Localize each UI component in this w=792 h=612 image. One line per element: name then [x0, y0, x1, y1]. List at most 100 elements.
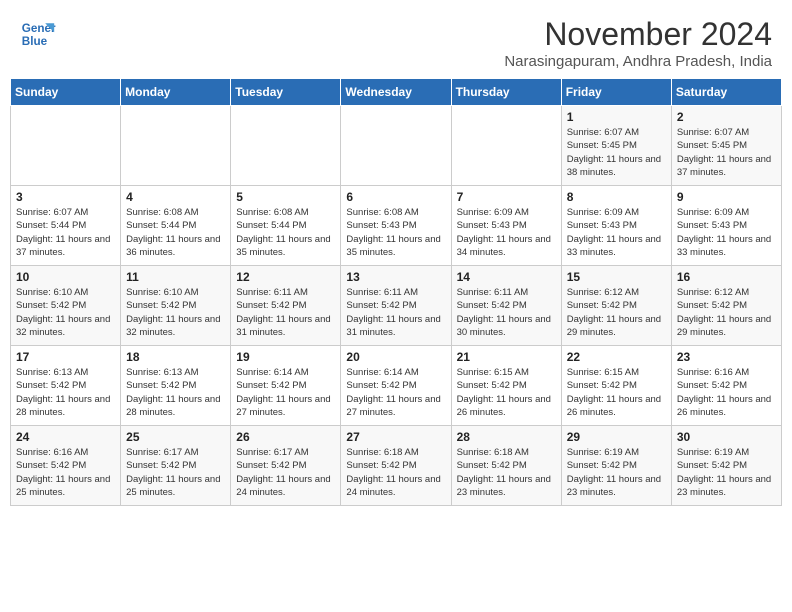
calendar-cell: 2 Sunrise: 6:07 AM Sunset: 5:45 PM Daylig…: [671, 106, 781, 186]
day-number: 27: [346, 430, 445, 444]
calendar-cell: 23 Sunrise: 6:16 AM Sunset: 5:42 PM Dayli…: [671, 346, 781, 426]
calendar-cell: 20 Sunrise: 6:14 AM Sunset: 5:42 PM Dayli…: [341, 346, 451, 426]
day-detail: Sunrise: 6:19 AM Sunset: 5:42 PM Dayligh…: [677, 446, 776, 499]
calendar-week-row: 1 Sunrise: 6:07 AM Sunset: 5:45 PM Daylig…: [11, 106, 782, 186]
calendar-cell: [341, 106, 451, 186]
calendar-week-row: 3 Sunrise: 6:07 AM Sunset: 5:44 PM Daylig…: [11, 186, 782, 266]
day-detail: Sunrise: 6:10 AM Sunset: 5:42 PM Dayligh…: [126, 286, 225, 339]
calendar-cell: 12 Sunrise: 6:11 AM Sunset: 5:42 PM Dayli…: [231, 266, 341, 346]
calendar-cell: [451, 106, 561, 186]
weekday-header-sunday: Sunday: [11, 79, 121, 106]
weekday-header-tuesday: Tuesday: [231, 79, 341, 106]
calendar-cell: 13 Sunrise: 6:11 AM Sunset: 5:42 PM Dayli…: [341, 266, 451, 346]
day-detail: Sunrise: 6:13 AM Sunset: 5:42 PM Dayligh…: [126, 366, 225, 419]
calendar-cell: [121, 106, 231, 186]
day-detail: Sunrise: 6:08 AM Sunset: 5:44 PM Dayligh…: [236, 206, 335, 259]
day-detail: Sunrise: 6:19 AM Sunset: 5:42 PM Dayligh…: [567, 446, 666, 499]
calendar-cell: 24 Sunrise: 6:16 AM Sunset: 5:42 PM Dayli…: [11, 426, 121, 506]
day-number: 20: [346, 350, 445, 364]
logo: General Blue: [20, 16, 56, 52]
calendar-body: 1 Sunrise: 6:07 AM Sunset: 5:45 PM Daylig…: [11, 106, 782, 506]
day-number: 3: [16, 190, 115, 204]
day-number: 12: [236, 270, 335, 284]
day-detail: Sunrise: 6:07 AM Sunset: 5:45 PM Dayligh…: [677, 126, 776, 179]
calendar-cell: 9 Sunrise: 6:09 AM Sunset: 5:43 PM Daylig…: [671, 186, 781, 266]
day-number: 11: [126, 270, 225, 284]
day-detail: Sunrise: 6:08 AM Sunset: 5:43 PM Dayligh…: [346, 206, 445, 259]
day-number: 16: [677, 270, 776, 284]
day-number: 29: [567, 430, 666, 444]
day-number: 23: [677, 350, 776, 364]
calendar-cell: 27 Sunrise: 6:18 AM Sunset: 5:42 PM Dayli…: [341, 426, 451, 506]
weekday-header-monday: Monday: [121, 79, 231, 106]
day-number: 14: [457, 270, 556, 284]
day-detail: Sunrise: 6:14 AM Sunset: 5:42 PM Dayligh…: [236, 366, 335, 419]
day-detail: Sunrise: 6:09 AM Sunset: 5:43 PM Dayligh…: [677, 206, 776, 259]
day-number: 1: [567, 110, 666, 124]
calendar-cell: 1 Sunrise: 6:07 AM Sunset: 5:45 PM Daylig…: [561, 106, 671, 186]
weekday-header-row: SundayMondayTuesdayWednesdayThursdayFrid…: [11, 79, 782, 106]
day-number: 25: [126, 430, 225, 444]
calendar-cell: 4 Sunrise: 6:08 AM Sunset: 5:44 PM Daylig…: [121, 186, 231, 266]
calendar-cell: 22 Sunrise: 6:15 AM Sunset: 5:42 PM Dayli…: [561, 346, 671, 426]
calendar-cell: 21 Sunrise: 6:15 AM Sunset: 5:42 PM Dayli…: [451, 346, 561, 426]
day-number: 9: [677, 190, 776, 204]
day-number: 19: [236, 350, 335, 364]
calendar-week-row: 10 Sunrise: 6:10 AM Sunset: 5:42 PM Dayli…: [11, 266, 782, 346]
day-detail: Sunrise: 6:11 AM Sunset: 5:42 PM Dayligh…: [346, 286, 445, 339]
day-number: 17: [16, 350, 115, 364]
day-number: 5: [236, 190, 335, 204]
location-title: Narasingapuram, Andhra Pradesh, India: [504, 53, 772, 70]
calendar-cell: 14Sunrise: 6:11 AM Sunset: 5:42 PM Dayli…: [451, 266, 561, 346]
calendar-cell: 17Sunrise: 6:13 AM Sunset: 5:42 PM Dayli…: [11, 346, 121, 426]
day-number: 15: [567, 270, 666, 284]
calendar-cell: 8 Sunrise: 6:09 AM Sunset: 5:43 PM Daylig…: [561, 186, 671, 266]
calendar-wrapper: SundayMondayTuesdayWednesdayThursdayFrid…: [0, 78, 792, 516]
calendar-week-row: 24 Sunrise: 6:16 AM Sunset: 5:42 PM Dayli…: [11, 426, 782, 506]
day-detail: Sunrise: 6:07 AM Sunset: 5:44 PM Dayligh…: [16, 206, 115, 259]
calendar-header: SundayMondayTuesdayWednesdayThursdayFrid…: [11, 79, 782, 106]
day-number: 13: [346, 270, 445, 284]
calendar-cell: 15Sunrise: 6:12 AM Sunset: 5:42 PM Dayli…: [561, 266, 671, 346]
day-number: 30: [677, 430, 776, 444]
calendar-cell: 18Sunrise: 6:13 AM Sunset: 5:42 PM Dayli…: [121, 346, 231, 426]
day-detail: Sunrise: 6:15 AM Sunset: 5:42 PM Dayligh…: [567, 366, 666, 419]
day-number: 28: [457, 430, 556, 444]
day-detail: Sunrise: 6:18 AM Sunset: 5:42 PM Dayligh…: [457, 446, 556, 499]
svg-text:Blue: Blue: [22, 35, 48, 48]
day-detail: Sunrise: 6:09 AM Sunset: 5:43 PM Dayligh…: [457, 206, 556, 259]
title-block: November 2024 Narasingapuram, Andhra Pra…: [504, 16, 772, 70]
weekday-header-thursday: Thursday: [451, 79, 561, 106]
day-detail: Sunrise: 6:17 AM Sunset: 5:42 PM Dayligh…: [236, 446, 335, 499]
calendar-cell: 29 Sunrise: 6:19 AM Sunset: 5:42 PM Dayli…: [561, 426, 671, 506]
day-number: 2: [677, 110, 776, 124]
day-detail: Sunrise: 6:10 AM Sunset: 5:42 PM Dayligh…: [16, 286, 115, 339]
calendar-cell: 5 Sunrise: 6:08 AM Sunset: 5:44 PM Daylig…: [231, 186, 341, 266]
day-detail: Sunrise: 6:14 AM Sunset: 5:42 PM Dayligh…: [346, 366, 445, 419]
day-detail: Sunrise: 6:09 AM Sunset: 5:43 PM Dayligh…: [567, 206, 666, 259]
day-number: 24: [16, 430, 115, 444]
calendar-cell: 19 Sunrise: 6:14 AM Sunset: 5:42 PM Dayli…: [231, 346, 341, 426]
page-header: General Blue November 2024 Narasingapura…: [0, 0, 792, 78]
calendar-cell: [11, 106, 121, 186]
calendar-cell: [231, 106, 341, 186]
day-detail: Sunrise: 6:17 AM Sunset: 5:42 PM Dayligh…: [126, 446, 225, 499]
day-detail: Sunrise: 6:15 AM Sunset: 5:42 PM Dayligh…: [457, 366, 556, 419]
day-detail: Sunrise: 6:11 AM Sunset: 5:42 PM Dayligh…: [236, 286, 335, 339]
weekday-header-friday: Friday: [561, 79, 671, 106]
day-number: 4: [126, 190, 225, 204]
day-detail: Sunrise: 6:16 AM Sunset: 5:42 PM Dayligh…: [677, 366, 776, 419]
day-number: 8: [567, 190, 666, 204]
day-detail: Sunrise: 6:08 AM Sunset: 5:44 PM Dayligh…: [126, 206, 225, 259]
day-detail: Sunrise: 6:16 AM Sunset: 5:42 PM Dayligh…: [16, 446, 115, 499]
logo-icon: General Blue: [20, 16, 56, 52]
weekday-header-saturday: Saturday: [671, 79, 781, 106]
calendar-cell: 26Sunrise: 6:17 AM Sunset: 5:42 PM Dayli…: [231, 426, 341, 506]
day-number: 21: [457, 350, 556, 364]
day-detail: Sunrise: 6:18 AM Sunset: 5:42 PM Dayligh…: [346, 446, 445, 499]
day-number: 10: [16, 270, 115, 284]
calendar-week-row: 17 Sunrise: 6:13 AM Sunset: 5:42 PM Dayli…: [11, 346, 782, 426]
calendar-table: SundayMondayTuesdayWednesdayThursdayFrid…: [10, 78, 782, 506]
day-number: 22: [567, 350, 666, 364]
day-detail: Sunrise: 6:07 AM Sunset: 5:45 PM Dayligh…: [567, 126, 666, 179]
